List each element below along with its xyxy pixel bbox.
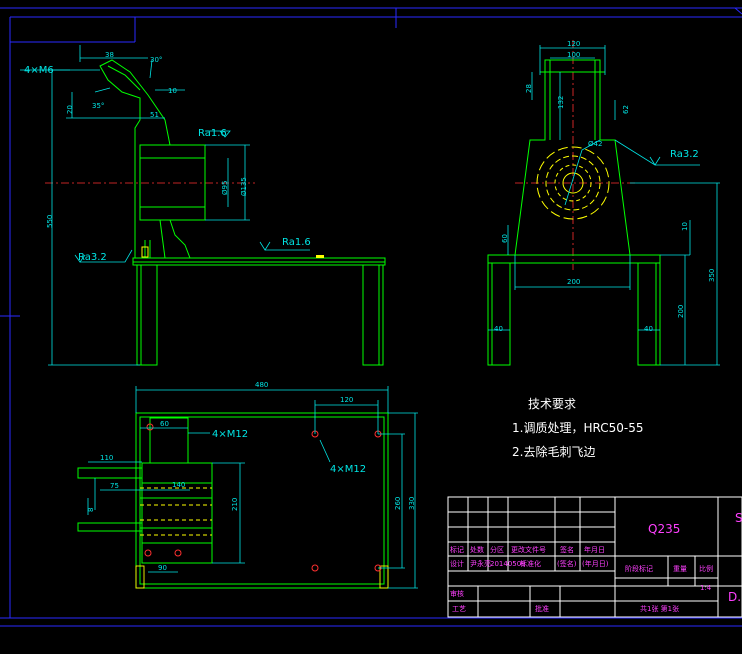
title-scale-label: 比例: [699, 564, 713, 573]
front-view: 120 100 28 132 62 Ø42 10 60 200 350 200 …: [487, 40, 720, 366]
side-dimension-lines: [20, 45, 310, 366]
front-dim-10: 10: [681, 222, 689, 231]
side-dim-thread: 4×M6: [24, 65, 54, 76]
technical-requirements: 技术要求 1.调质处理，HRC50-55 2.去除毛刺飞边: [512, 397, 643, 459]
requirements-line-2: 2.去除毛刺飞边: [512, 444, 595, 459]
front-dim-62: 62: [622, 105, 630, 114]
top-dim-90: 90: [158, 564, 167, 572]
title-drawing-no: D.: [728, 590, 741, 604]
title-designer: 尹永亮: [470, 559, 491, 568]
front-dim-100: 100: [567, 51, 580, 59]
front-dim-132: 132: [557, 96, 565, 109]
side-dim-20: 20: [66, 105, 74, 114]
requirements-title: 技术要求: [528, 397, 576, 411]
front-dim-40a: 40: [494, 325, 503, 333]
title-corner-mark: S: [735, 511, 742, 525]
title-sign-label: (签名): [557, 559, 577, 568]
front-dim-40b: 40: [644, 325, 653, 333]
side-roughness-2: Ra3.2: [78, 252, 107, 263]
front-dim-350: 350: [708, 269, 716, 282]
title-hdr-change: 更改文件号: [511, 545, 546, 554]
top-dim-thread-1: 4×M12: [212, 429, 248, 440]
side-dim-38: 38: [105, 51, 114, 59]
top-dim-480: 480: [255, 381, 268, 389]
side-outline: [99, 59, 386, 366]
side-details: [141, 246, 324, 258]
title-block-grid: [447, 496, 742, 618]
side-dim-phi95: Ø95: [221, 181, 229, 195]
title-weight-label: 重量: [673, 565, 687, 573]
top-dim-8: 8: [87, 508, 95, 512]
front-dimension-lines: [488, 45, 720, 366]
requirements-line-1: 1.调质处理，HRC50-55: [512, 421, 643, 435]
title-hdr-zone: 分区: [490, 545, 504, 554]
front-dim-200b: 200: [677, 305, 685, 318]
top-dim-330: 330: [408, 497, 416, 510]
title-scale: 1:4: [700, 584, 712, 592]
top-dim-260: 260: [394, 497, 402, 510]
front-outline: [487, 59, 661, 366]
title-block: Q235 S 标记 处数 分区 更改文件号 签名 年月日 设计 尹永亮 2014…: [447, 496, 742, 618]
top-hidden-lines: [135, 487, 389, 589]
top-dim-75: 75: [110, 482, 119, 490]
title-stage-label: 阶段标记: [625, 564, 653, 573]
title-approve-label: 批准: [535, 604, 549, 613]
side-dim-30deg: 30°: [150, 56, 162, 64]
top-dim-120: 120: [340, 396, 353, 404]
title-date-label: (年月日): [582, 559, 609, 568]
top-dim-140: 140: [172, 481, 185, 489]
top-dim-60: 60: [160, 420, 169, 428]
side-dim-phi135: Ø135: [240, 177, 248, 196]
side-dim-550: 550: [46, 215, 54, 228]
top-dim-thread-2: 4×M12: [330, 464, 366, 475]
front-dim-200a: 200: [567, 278, 580, 286]
title-process-label: 工艺: [452, 605, 466, 613]
title-material: Q235: [648, 522, 680, 536]
top-dimension-lines: [87, 386, 418, 589]
title-sheets: 共1张 第1张: [640, 604, 679, 613]
sheet-border: [0, 7, 742, 627]
front-dim-120: 120: [567, 40, 580, 48]
title-hdr-sign: 签名: [560, 545, 574, 554]
front-dim-60: 60: [501, 234, 509, 243]
front-dim-phi42: Ø42: [588, 140, 602, 148]
side-dim-51: 51: [150, 111, 159, 119]
title-hdr-count: 处数: [470, 545, 484, 554]
title-hdr-date: 年月日: [584, 545, 605, 554]
top-dim-210: 210: [231, 498, 239, 511]
front-roughness: Ra3.2: [670, 149, 699, 160]
side-view: 38 30° 4×M6 20 35° 10 51 550 Ø95 Ø135 Ra…: [20, 45, 386, 366]
title-hdr-mark: 标记: [450, 545, 464, 554]
title-design-label: 设计: [450, 559, 464, 568]
title-review-label: 审核: [450, 589, 464, 598]
side-roughness-1: Ra1.6: [198, 128, 227, 139]
cad-drawing-canvas: 38 30° 4×M6 20 35° 10 51 550 Ø95 Ø135 Ra…: [0, 7, 742, 627]
title-standard-label: 标准化: [520, 559, 541, 568]
side-dim-35deg: 35°: [92, 102, 104, 110]
front-dim-28: 28: [525, 84, 533, 93]
side-dim-10: 10: [168, 87, 177, 95]
side-roughness-3: Ra1.6: [282, 237, 311, 248]
top-dim-110: 110: [100, 454, 113, 462]
top-view: 480 120 60 4×M12 4×M12 110 75 140 8 210 …: [77, 381, 418, 589]
